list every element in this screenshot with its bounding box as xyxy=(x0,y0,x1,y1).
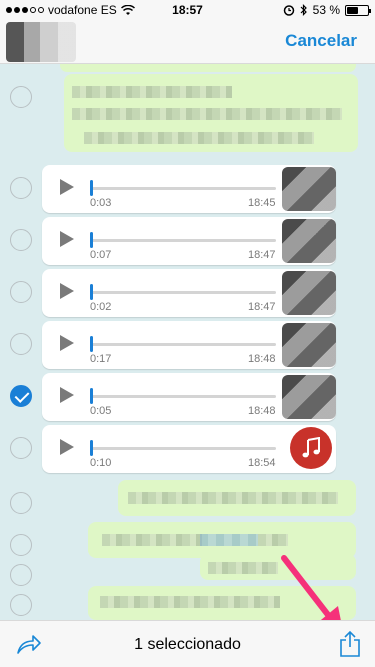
bottom-toolbar: 1 seleccionado xyxy=(0,620,375,667)
select-radio[interactable] xyxy=(10,281,32,303)
status-bar-right: 53 % xyxy=(283,3,371,17)
select-radio-checked[interactable] xyxy=(10,385,32,407)
battery-icon xyxy=(345,4,371,16)
playback-track[interactable] xyxy=(90,239,276,242)
select-radio[interactable] xyxy=(10,564,32,586)
sender-avatar-blurred xyxy=(282,219,336,263)
playback-track[interactable] xyxy=(90,447,276,450)
blurred-text-line xyxy=(72,86,232,98)
voice-duration: 0:05 xyxy=(90,405,112,417)
message-bubble-blurred[interactable] xyxy=(200,554,356,580)
selected-count: 1 seleccionado xyxy=(134,636,241,653)
select-radio[interactable] xyxy=(10,229,32,251)
playback-track[interactable] xyxy=(90,291,276,294)
select-radio[interactable] xyxy=(10,594,32,616)
blurred-text-line xyxy=(102,534,202,546)
message-bubble-blurred[interactable] xyxy=(88,522,356,558)
play-icon[interactable] xyxy=(60,179,74,195)
message-time: 18:47 xyxy=(248,301,276,313)
blurred-link xyxy=(200,534,258,546)
message-time: 18:47 xyxy=(248,249,276,261)
voice-duration: 0:17 xyxy=(90,353,112,365)
play-icon[interactable] xyxy=(60,283,74,299)
voice-duration: 0:03 xyxy=(90,197,112,209)
share-icon[interactable] xyxy=(339,630,361,658)
alarm-icon xyxy=(283,5,294,16)
blurred-text-line xyxy=(100,596,280,608)
playback-knob[interactable] xyxy=(90,232,93,248)
chat-header: Cancelar xyxy=(0,20,375,64)
sender-avatar-blurred xyxy=(282,323,336,367)
voice-duration: 0:07 xyxy=(90,249,112,261)
status-bar: vodafone ES 18:57 53 % xyxy=(0,0,375,20)
sender-avatar-blurred xyxy=(282,375,336,419)
music-note-icon xyxy=(290,427,332,469)
message-time: 18:48 xyxy=(248,405,276,417)
message-bubble-blurred[interactable] xyxy=(118,480,356,516)
playback-knob[interactable] xyxy=(90,180,93,196)
playback-knob[interactable] xyxy=(90,284,93,300)
voice-message[interactable]: 0:17 18:48 xyxy=(42,321,336,369)
message-bubble-blurred xyxy=(60,64,356,72)
playback-knob[interactable] xyxy=(90,440,93,456)
select-radio[interactable] xyxy=(10,492,32,514)
select-radio[interactable] xyxy=(10,437,32,459)
contact-avatar-blurred[interactable] xyxy=(6,22,76,62)
battery-fill xyxy=(347,6,358,14)
playback-track[interactable] xyxy=(90,395,276,398)
voice-message-selected[interactable]: 0:05 18:48 xyxy=(42,373,336,421)
play-icon[interactable] xyxy=(60,335,74,351)
play-icon[interactable] xyxy=(60,387,74,403)
blurred-text-line xyxy=(84,132,314,144)
cancel-button[interactable]: Cancelar xyxy=(285,31,357,51)
sender-avatar-blurred xyxy=(282,271,336,315)
battery-percent: 53 % xyxy=(312,3,340,17)
blurred-text-line xyxy=(208,562,278,574)
playback-knob[interactable] xyxy=(90,388,93,404)
message-time: 18:54 xyxy=(248,457,276,469)
message-bubble-blurred[interactable] xyxy=(88,586,356,620)
voice-message[interactable]: 0:10 18:54 xyxy=(42,425,336,473)
blurred-text-line xyxy=(258,534,288,546)
select-radio[interactable] xyxy=(10,534,32,556)
blurred-text-line xyxy=(72,108,342,120)
play-icon[interactable] xyxy=(60,231,74,247)
chat-area[interactable]: 0:03 18:45 0:07 18:47 0:02 18:47 0:17 18… xyxy=(0,64,375,620)
bluetooth-icon xyxy=(300,4,307,16)
message-time: 18:48 xyxy=(248,353,276,365)
playback-track[interactable] xyxy=(90,187,276,190)
play-icon[interactable] xyxy=(60,439,74,455)
select-radio[interactable] xyxy=(10,333,32,355)
voice-message[interactable]: 0:03 18:45 xyxy=(42,165,336,213)
playback-track[interactable] xyxy=(90,343,276,346)
blurred-text-line xyxy=(128,492,338,504)
sender-avatar-blurred xyxy=(282,167,336,211)
select-radio[interactable] xyxy=(10,177,32,199)
select-radio[interactable] xyxy=(10,86,32,108)
voice-message[interactable]: 0:02 18:47 xyxy=(42,269,336,317)
playback-knob[interactable] xyxy=(90,336,93,352)
voice-duration: 0:02 xyxy=(90,301,112,313)
message-time: 18:45 xyxy=(248,197,276,209)
voice-duration: 0:10 xyxy=(90,457,112,469)
message-bubble-blurred[interactable] xyxy=(64,74,358,152)
voice-message[interactable]: 0:07 18:47 xyxy=(42,217,336,265)
